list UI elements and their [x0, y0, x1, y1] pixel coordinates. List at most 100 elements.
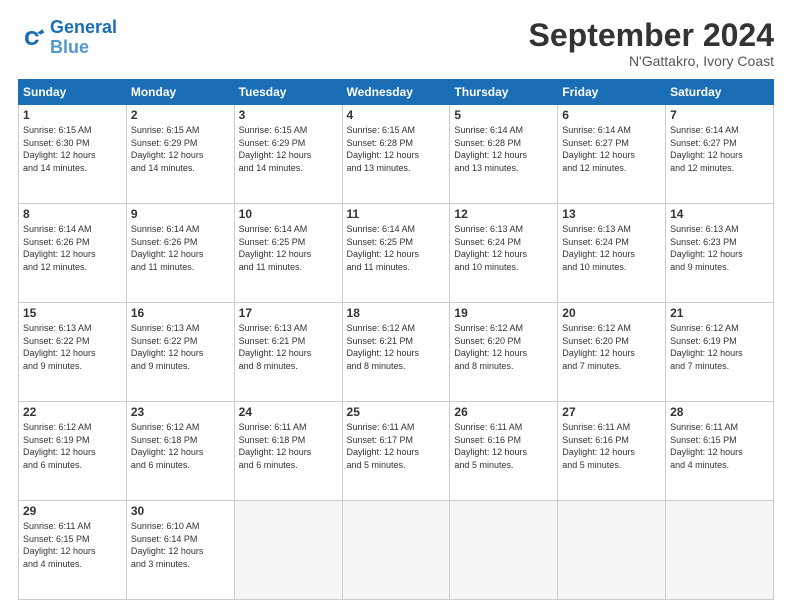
header: General Blue September 2024 N'Gattakro, … [18, 18, 774, 69]
day-info: Sunrise: 6:13 AM Sunset: 6:23 PM Dayligh… [670, 223, 769, 273]
weekday-header-thursday: Thursday [450, 80, 558, 105]
day-info: Sunrise: 6:14 AM Sunset: 6:26 PM Dayligh… [131, 223, 230, 273]
day-number: 16 [131, 306, 230, 320]
day-info: Sunrise: 6:13 AM Sunset: 6:24 PM Dayligh… [562, 223, 661, 273]
day-number: 30 [131, 504, 230, 518]
day-info: Sunrise: 6:15 AM Sunset: 6:29 PM Dayligh… [239, 124, 338, 174]
day-number: 12 [454, 207, 553, 221]
calendar-cell: 12 Sunrise: 6:13 AM Sunset: 6:24 PM Dayli… [450, 204, 558, 303]
day-number: 17 [239, 306, 338, 320]
day-info: Sunrise: 6:13 AM Sunset: 6:24 PM Dayligh… [454, 223, 553, 273]
day-info: Sunrise: 6:12 AM Sunset: 6:19 PM Dayligh… [670, 322, 769, 372]
calendar-cell: 27 Sunrise: 6:11 AM Sunset: 6:16 PM Dayli… [558, 402, 666, 501]
calendar-cell [342, 501, 450, 600]
day-info: Sunrise: 6:12 AM Sunset: 6:18 PM Dayligh… [131, 421, 230, 471]
week-row-4: 22 Sunrise: 6:12 AM Sunset: 6:19 PM Dayli… [19, 402, 774, 501]
calendar-cell: 15 Sunrise: 6:13 AM Sunset: 6:22 PM Dayli… [19, 303, 127, 402]
title-block: September 2024 N'Gattakro, Ivory Coast [529, 18, 774, 69]
day-info: Sunrise: 6:14 AM Sunset: 6:27 PM Dayligh… [670, 124, 769, 174]
day-number: 22 [23, 405, 122, 419]
day-number: 4 [347, 108, 446, 122]
day-number: 10 [239, 207, 338, 221]
calendar-cell: 26Sunrise: 6:11 AM Sunset: 6:16 PM Dayli… [450, 402, 558, 501]
day-info: Sunrise: 6:14 AM Sunset: 6:28 PM Dayligh… [454, 124, 553, 174]
calendar-cell: 18 Sunrise: 6:12 AM Sunset: 6:21 PM Dayli… [342, 303, 450, 402]
calendar-cell: 10 Sunrise: 6:14 AM Sunset: 6:25 PM Dayli… [234, 204, 342, 303]
calendar-table: SundayMondayTuesdayWednesdayThursdayFrid… [18, 79, 774, 600]
day-number: 24 [239, 405, 338, 419]
day-info: Sunrise: 6:11 AM Sunset: 6:17 PM Dayligh… [347, 421, 446, 471]
day-number: 14 [670, 207, 769, 221]
calendar-cell: 8Sunrise: 6:14 AM Sunset: 6:26 PM Daylig… [19, 204, 127, 303]
day-info: Sunrise: 6:13 AM Sunset: 6:22 PM Dayligh… [131, 322, 230, 372]
day-number: 2 [131, 108, 230, 122]
calendar-cell [666, 501, 774, 600]
day-info: Sunrise: 6:12 AM Sunset: 6:20 PM Dayligh… [454, 322, 553, 372]
calendar-cell: 4 Sunrise: 6:15 AM Sunset: 6:28 PM Daylig… [342, 105, 450, 204]
calendar-cell: 16 Sunrise: 6:13 AM Sunset: 6:22 PM Dayli… [126, 303, 234, 402]
day-info: Sunrise: 6:11 AM Sunset: 6:16 PM Dayligh… [562, 421, 661, 471]
day-info: Sunrise: 6:15 AM Sunset: 6:29 PM Dayligh… [131, 124, 230, 174]
day-number: 8 [23, 207, 122, 221]
weekday-header-wednesday: Wednesday [342, 80, 450, 105]
calendar-cell: 21 Sunrise: 6:12 AM Sunset: 6:19 PM Dayli… [666, 303, 774, 402]
day-info: Sunrise: 6:15 AM Sunset: 6:28 PM Dayligh… [347, 124, 446, 174]
weekday-header-tuesday: Tuesday [234, 80, 342, 105]
day-number: 1 [23, 108, 122, 122]
calendar-cell: 29Sunrise: 6:11 AM Sunset: 6:15 PM Dayli… [19, 501, 127, 600]
day-info: Sunrise: 6:13 AM Sunset: 6:21 PM Dayligh… [239, 322, 338, 372]
calendar-cell: 20Sunrise: 6:12 AM Sunset: 6:20 PM Dayli… [558, 303, 666, 402]
calendar-title: September 2024 [529, 18, 774, 53]
week-row-2: 8 Sunrise: 6:14 AM Sunset: 6:26 PM Daylig… [19, 204, 774, 303]
day-number: 6 [562, 108, 661, 122]
weekday-header-sunday: Sunday [19, 80, 127, 105]
calendar-cell: 1 Sunrise: 6:15 AM Sunset: 6:30 PM Daylig… [19, 105, 127, 204]
calendar-cell: 30 Sunrise: 6:10 AM Sunset: 6:14 PM Dayli… [126, 501, 234, 600]
day-info: Sunrise: 6:15 AM Sunset: 6:30 PM Dayligh… [23, 124, 122, 174]
day-number: 5 [454, 108, 553, 122]
day-info: Sunrise: 6:10 AM Sunset: 6:14 PM Dayligh… [131, 520, 230, 570]
calendar-cell [450, 501, 558, 600]
calendar-cell: 17 Sunrise: 6:13 AM Sunset: 6:21 PM Dayli… [234, 303, 342, 402]
calendar-subtitle: N'Gattakro, Ivory Coast [529, 53, 774, 69]
day-info: Sunrise: 6:12 AM Sunset: 6:19 PM Dayligh… [23, 421, 122, 471]
weekday-header-saturday: Saturday [666, 80, 774, 105]
calendar-cell: 11Sunrise: 6:14 AM Sunset: 6:25 PM Dayli… [342, 204, 450, 303]
day-info: Sunrise: 6:13 AM Sunset: 6:22 PM Dayligh… [23, 322, 122, 372]
calendar-cell: 9 Sunrise: 6:14 AM Sunset: 6:26 PM Daylig… [126, 204, 234, 303]
calendar-page: General Blue September 2024 N'Gattakro, … [0, 0, 792, 612]
day-number: 18 [347, 306, 446, 320]
calendar-cell: 22 Sunrise: 6:12 AM Sunset: 6:19 PM Dayli… [19, 402, 127, 501]
calendar-cell: 28Sunrise: 6:11 AM Sunset: 6:15 PM Dayli… [666, 402, 774, 501]
day-number: 15 [23, 306, 122, 320]
calendar-cell: 14 Sunrise: 6:13 AM Sunset: 6:23 PM Dayli… [666, 204, 774, 303]
day-info: Sunrise: 6:12 AM Sunset: 6:20 PM Dayligh… [562, 322, 661, 372]
day-info: Sunrise: 6:12 AM Sunset: 6:21 PM Dayligh… [347, 322, 446, 372]
day-number: 3 [239, 108, 338, 122]
calendar-cell: 2 Sunrise: 6:15 AM Sunset: 6:29 PM Daylig… [126, 105, 234, 204]
day-number: 21 [670, 306, 769, 320]
day-number: 25 [347, 405, 446, 419]
calendar-cell: 7 Sunrise: 6:14 AM Sunset: 6:27 PM Daylig… [666, 105, 774, 204]
day-number: 9 [131, 207, 230, 221]
day-info: Sunrise: 6:11 AM Sunset: 6:15 PM Dayligh… [23, 520, 122, 570]
day-number: 19 [454, 306, 553, 320]
calendar-cell [234, 501, 342, 600]
calendar-cell: 13Sunrise: 6:13 AM Sunset: 6:24 PM Dayli… [558, 204, 666, 303]
day-info: Sunrise: 6:11 AM Sunset: 6:16 PM Dayligh… [454, 421, 553, 471]
week-row-3: 15 Sunrise: 6:13 AM Sunset: 6:22 PM Dayli… [19, 303, 774, 402]
day-number: 11 [347, 207, 446, 221]
calendar-cell: 24 Sunrise: 6:11 AM Sunset: 6:18 PM Dayli… [234, 402, 342, 501]
day-number: 27 [562, 405, 661, 419]
calendar-cell: 6Sunrise: 6:14 AM Sunset: 6:27 PM Daylig… [558, 105, 666, 204]
weekday-header-monday: Monday [126, 80, 234, 105]
day-number: 7 [670, 108, 769, 122]
day-info: Sunrise: 6:11 AM Sunset: 6:18 PM Dayligh… [239, 421, 338, 471]
calendar-cell [558, 501, 666, 600]
day-number: 23 [131, 405, 230, 419]
calendar-cell: 5 Sunrise: 6:14 AM Sunset: 6:28 PM Daylig… [450, 105, 558, 204]
calendar-cell: 23 Sunrise: 6:12 AM Sunset: 6:18 PM Dayli… [126, 402, 234, 501]
day-info: Sunrise: 6:14 AM Sunset: 6:25 PM Dayligh… [239, 223, 338, 273]
day-info: Sunrise: 6:11 AM Sunset: 6:15 PM Dayligh… [670, 421, 769, 471]
calendar-cell: 19 Sunrise: 6:12 AM Sunset: 6:20 PM Dayli… [450, 303, 558, 402]
